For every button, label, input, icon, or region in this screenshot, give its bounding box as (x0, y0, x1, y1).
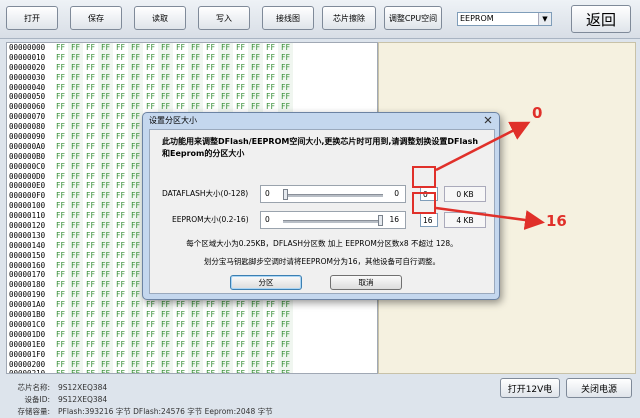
annotation-arrows (435, 121, 545, 230)
annotation-sixteen: 16 (546, 212, 567, 230)
arrow-top (435, 121, 531, 172)
arrow-bottom (435, 206, 545, 230)
annotation-zero: 0 (532, 104, 543, 122)
